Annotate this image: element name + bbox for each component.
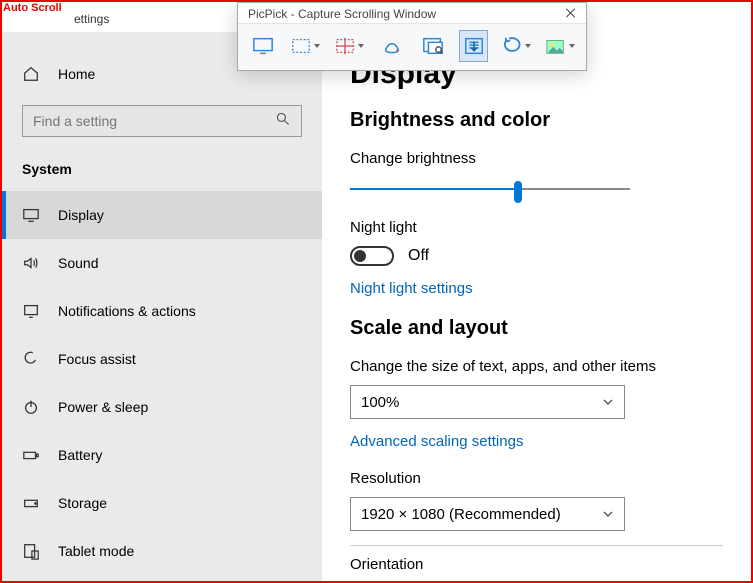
scale-label: Change the size of text, apps, and other… <box>350 358 723 375</box>
picpick-toolbar <box>238 23 586 70</box>
section-brightness-title: Brightness and color <box>350 109 723 132</box>
focus-icon <box>22 350 40 368</box>
sidebar-item-display[interactable]: Display <box>2 191 322 239</box>
output-options-button[interactable] <box>544 30 576 62</box>
night-light-state: Off <box>408 247 429 265</box>
capture-scrolling-button[interactable] <box>459 30 488 62</box>
search-input[interactable] <box>33 113 253 129</box>
brightness-label: Change brightness <box>350 150 723 167</box>
night-light-label: Night light <box>350 219 723 236</box>
sidebar-item-storage[interactable]: Storage <box>2 479 322 527</box>
resolution-label: Resolution <box>350 470 723 487</box>
picpick-title: PicPick - Capture Scrolling Window <box>248 7 436 21</box>
repeat-capture-button[interactable] <box>500 30 532 62</box>
resolution-dropdown[interactable]: 1920 × 1080 (Recommended) <box>350 497 625 531</box>
sidebar-item-sound[interactable]: Sound <box>2 239 322 287</box>
sidebar-item-label: Storage <box>58 495 107 511</box>
sidebar-item-tablet-mode[interactable]: Tablet mode <box>2 527 322 575</box>
home-label: Home <box>58 66 95 82</box>
scale-value: 100% <box>361 394 399 411</box>
sidebar-item-label: Tablet mode <box>58 543 134 559</box>
capture-window-button[interactable] <box>418 30 447 62</box>
content-pane: Display Brightness and color Change brig… <box>322 2 751 581</box>
sidebar-item-label: Notifications & actions <box>58 303 196 319</box>
sidebar-item-label: Sound <box>58 255 98 271</box>
auto-scroll-watermark: Auto Scroll <box>2 2 63 14</box>
search-box[interactable] <box>22 105 302 137</box>
search-icon <box>275 111 291 132</box>
home-icon <box>22 65 40 83</box>
section-scale-title: Scale and layout <box>350 317 723 340</box>
sidebar-item-label: Battery <box>58 447 102 463</box>
sidebar-section-title: System <box>2 155 322 191</box>
toggle-knob <box>354 250 366 262</box>
sidebar-item-battery[interactable]: Battery <box>2 431 322 479</box>
night-light-settings-link[interactable]: Night light settings <box>350 280 723 297</box>
notifications-icon <box>22 302 40 320</box>
sidebar-item-power-sleep[interactable]: Power & sleep <box>2 383 322 431</box>
power-icon <box>22 398 40 416</box>
picpick-window[interactable]: PicPick - Capture Scrolling Window <box>237 2 587 71</box>
resolution-value: 1920 × 1080 (Recommended) <box>361 506 561 523</box>
advanced-scaling-link[interactable]: Advanced scaling settings <box>350 433 723 450</box>
capture-fullscreen-button[interactable] <box>248 30 277 62</box>
sidebar-item-label: Power & sleep <box>58 399 148 415</box>
slider-thumb[interactable] <box>514 181 522 203</box>
sidebar-item-label: Display <box>58 207 104 223</box>
sidebar: Home System Display Sound Notifications … <box>2 32 322 581</box>
battery-icon <box>22 446 40 464</box>
capture-fixed-region-button[interactable] <box>333 30 365 62</box>
brightness-slider[interactable] <box>350 177 630 201</box>
sidebar-item-focus-assist[interactable]: Focus assist <box>2 335 322 383</box>
picpick-close-button[interactable] <box>564 7 578 21</box>
orientation-label: Orientation <box>350 545 723 573</box>
sidebar-item-notifications[interactable]: Notifications & actions <box>2 287 322 335</box>
storage-icon <box>22 494 40 512</box>
scale-dropdown[interactable]: 100% <box>350 385 625 419</box>
display-icon <box>22 206 40 224</box>
truncated-title-text: ettings <box>74 12 109 26</box>
sound-icon <box>22 254 40 272</box>
sidebar-item-label: Focus assist <box>58 351 136 367</box>
capture-region-button[interactable] <box>289 30 321 62</box>
slider-fill <box>350 188 518 190</box>
capture-freehand-button[interactable] <box>377 30 406 62</box>
tablet-icon <box>22 542 40 560</box>
chevron-down-icon <box>602 396 614 408</box>
night-light-toggle[interactable] <box>350 246 394 266</box>
chevron-down-icon <box>602 508 614 520</box>
